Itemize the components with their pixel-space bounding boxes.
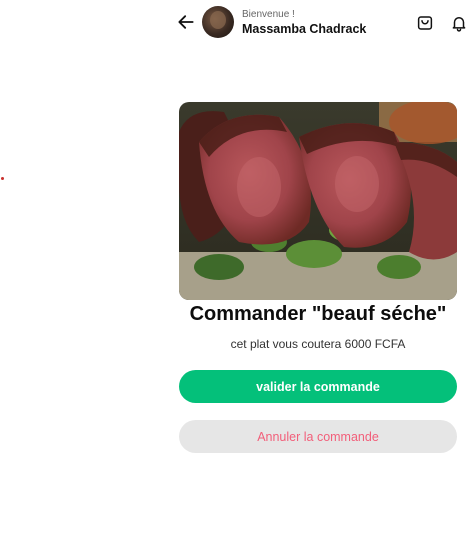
decorative-dot [1,177,4,180]
greeting-text: Bienvenue ! [242,9,295,20]
cancel-order-button[interactable]: Annuler la commande [179,420,457,453]
dish-image [179,102,457,300]
price-text: cet plat vous coutera 6000 FCFA [230,337,406,351]
order-title: Commander "beauf séche" [189,303,447,325]
bell-icon[interactable] [450,14,468,32]
avatar[interactable] [202,6,234,38]
user-name: Massamba Chadrack [242,22,367,36]
top-header: Bienvenue ! Massamba Chadrack [170,0,470,46]
confirm-order-button[interactable]: valider la commande [179,370,457,403]
shopping-bag-icon[interactable] [416,14,434,32]
back-arrow-icon[interactable] [176,12,196,32]
